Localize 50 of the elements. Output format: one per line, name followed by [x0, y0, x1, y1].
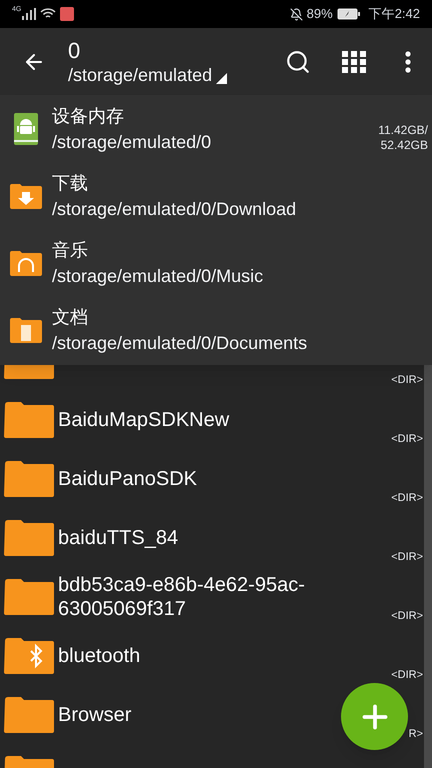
location-path: /storage/emulated/0/Documents [52, 332, 308, 355]
location-name: 音乐 [52, 238, 89, 262]
path-selector[interactable]: /storage/emulated [68, 64, 272, 86]
storage-total: 52.42GB [380, 138, 428, 153]
search-icon [285, 48, 311, 74]
music-folder-icon [10, 250, 42, 276]
folder-name[interactable]: BaiduMapSDKNew [58, 408, 230, 432]
item-type: <DIR> [391, 372, 423, 388]
clock: 下午2:42 [368, 5, 420, 24]
item-type: <DIR> [391, 608, 423, 624]
item-type: <DIR> [391, 668, 423, 682]
folder-name[interactable]: bdb53ca9-e86b-4e62-95ac-63005069f317 [58, 572, 358, 620]
storage-menu-item[interactable]: 音乐 /storage/emulated/0/Music [0, 229, 432, 296]
location-path: /storage/emulated/0/Music [52, 264, 264, 288]
location-name: 下载 [52, 172, 89, 194]
folder-name[interactable]: bluetooth [58, 644, 140, 668]
download-folder-icon [10, 182, 42, 208]
location-path: /storage/emulated/0/Download [52, 198, 296, 221]
wifi-icon [40, 8, 56, 20]
app-notification-icon [60, 7, 74, 21]
bluetooth-folder-icon [3, 637, 55, 674]
item-type: <DIR> [391, 432, 423, 446]
android-storage-icon [14, 112, 38, 144]
storage-menu-item[interactable]: 设备内存 /storage/emulated/0 11.42GB/ 52.42GB [0, 95, 432, 162]
folder-icon [3, 401, 55, 438]
item-type: <DIR> [391, 550, 423, 564]
more-icon [405, 50, 411, 72]
dropdown-triangle-icon [216, 72, 228, 84]
battery-icon [336, 8, 361, 20]
folder-icon [3, 519, 55, 556]
grid-icon [342, 50, 366, 72]
documents-folder-icon [10, 316, 42, 342]
signal-icon [22, 8, 36, 20]
battery-percent: 89% [306, 5, 333, 24]
folder-name[interactable]: BaiduPanoSDK [58, 466, 197, 490]
folder-icon [3, 696, 55, 733]
location-name: 设备内存 [52, 104, 125, 128]
folder-title: 0 [68, 36, 82, 64]
storage-used: 11.42GB/ [378, 123, 428, 138]
folder-icon [3, 578, 55, 615]
folder-icon [3, 460, 55, 497]
folder-name[interactable]: baiduTTS_84 [58, 526, 178, 550]
storage-menu-item[interactable]: 文档 /storage/emulated/0/Documents [0, 296, 432, 363]
location-name: 文档 [52, 306, 89, 328]
storage-menu-item[interactable]: 下载 /storage/emulated/0/Download [0, 162, 432, 229]
item-type: R> [408, 726, 423, 742]
location-path: /storage/emulated/0 [52, 130, 212, 154]
mute-icon [290, 8, 303, 20]
item-type: <DIR> [391, 490, 423, 506]
folder-name[interactable]: Browser [58, 702, 132, 726]
